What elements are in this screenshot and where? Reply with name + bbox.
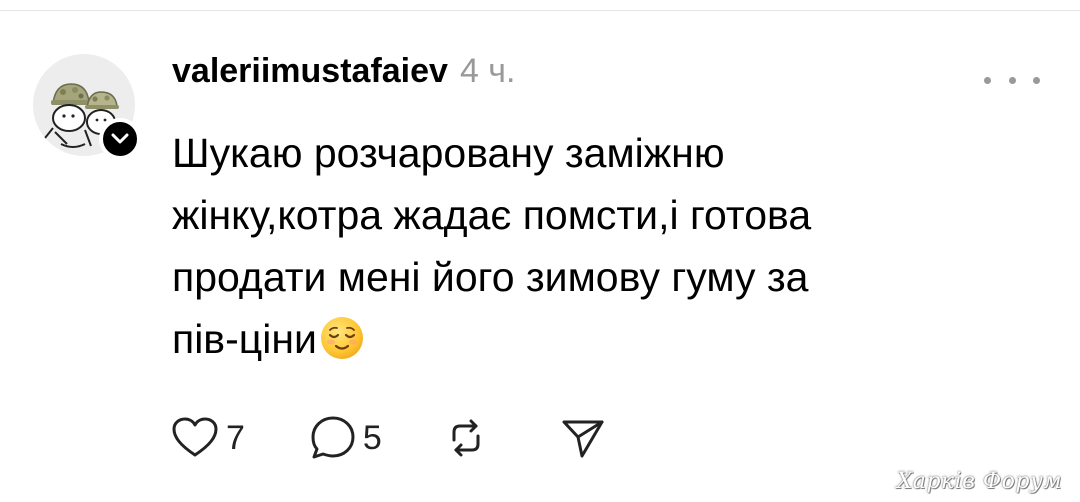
post-text-line: жінку,котра жадає помсти,і готова	[172, 192, 812, 238]
avatar-container[interactable]	[33, 54, 141, 160]
relieved-face-emoji-icon	[320, 317, 363, 359]
post-text-line: продати мені його зимову гуму за	[172, 254, 809, 300]
watermark: Харків Форум	[896, 469, 1062, 494]
follow-badge[interactable]	[99, 118, 141, 160]
post-actions: 7 5	[170, 414, 606, 462]
heart-icon	[172, 417, 218, 457]
more-dot-icon	[1033, 76, 1040, 84]
username-link[interactable]: valeriimustafaiev	[172, 52, 448, 91]
top-divider	[0, 10, 1080, 11]
send-icon	[562, 420, 604, 458]
post-text-line: Шукаю розчаровану заміжню	[172, 130, 725, 176]
like-count: 7	[226, 418, 245, 457]
post-body: Шукаю розчаровану заміжню жінку,котра жа…	[172, 122, 972, 370]
post-header: valeriimustafaiev 4 ч.	[172, 52, 515, 102]
post-text-last-line: пів-ціни	[172, 308, 972, 370]
repost-icon	[452, 419, 480, 457]
more-dot-icon	[1008, 76, 1016, 84]
reply-count: 5	[362, 418, 382, 457]
like-button[interactable]: 7	[170, 415, 245, 461]
chevron-down-icon	[111, 133, 129, 144]
more-options-button[interactable]	[984, 66, 1040, 94]
post-text-line: пів-ціни	[172, 316, 317, 362]
repost-button[interactable]	[444, 416, 488, 460]
comment-icon	[311, 416, 355, 459]
share-button[interactable]	[560, 415, 606, 461]
timestamp[interactable]: 4 ч.	[460, 52, 516, 91]
reply-button[interactable]: 5	[309, 414, 382, 462]
more-dot-icon	[984, 76, 991, 84]
